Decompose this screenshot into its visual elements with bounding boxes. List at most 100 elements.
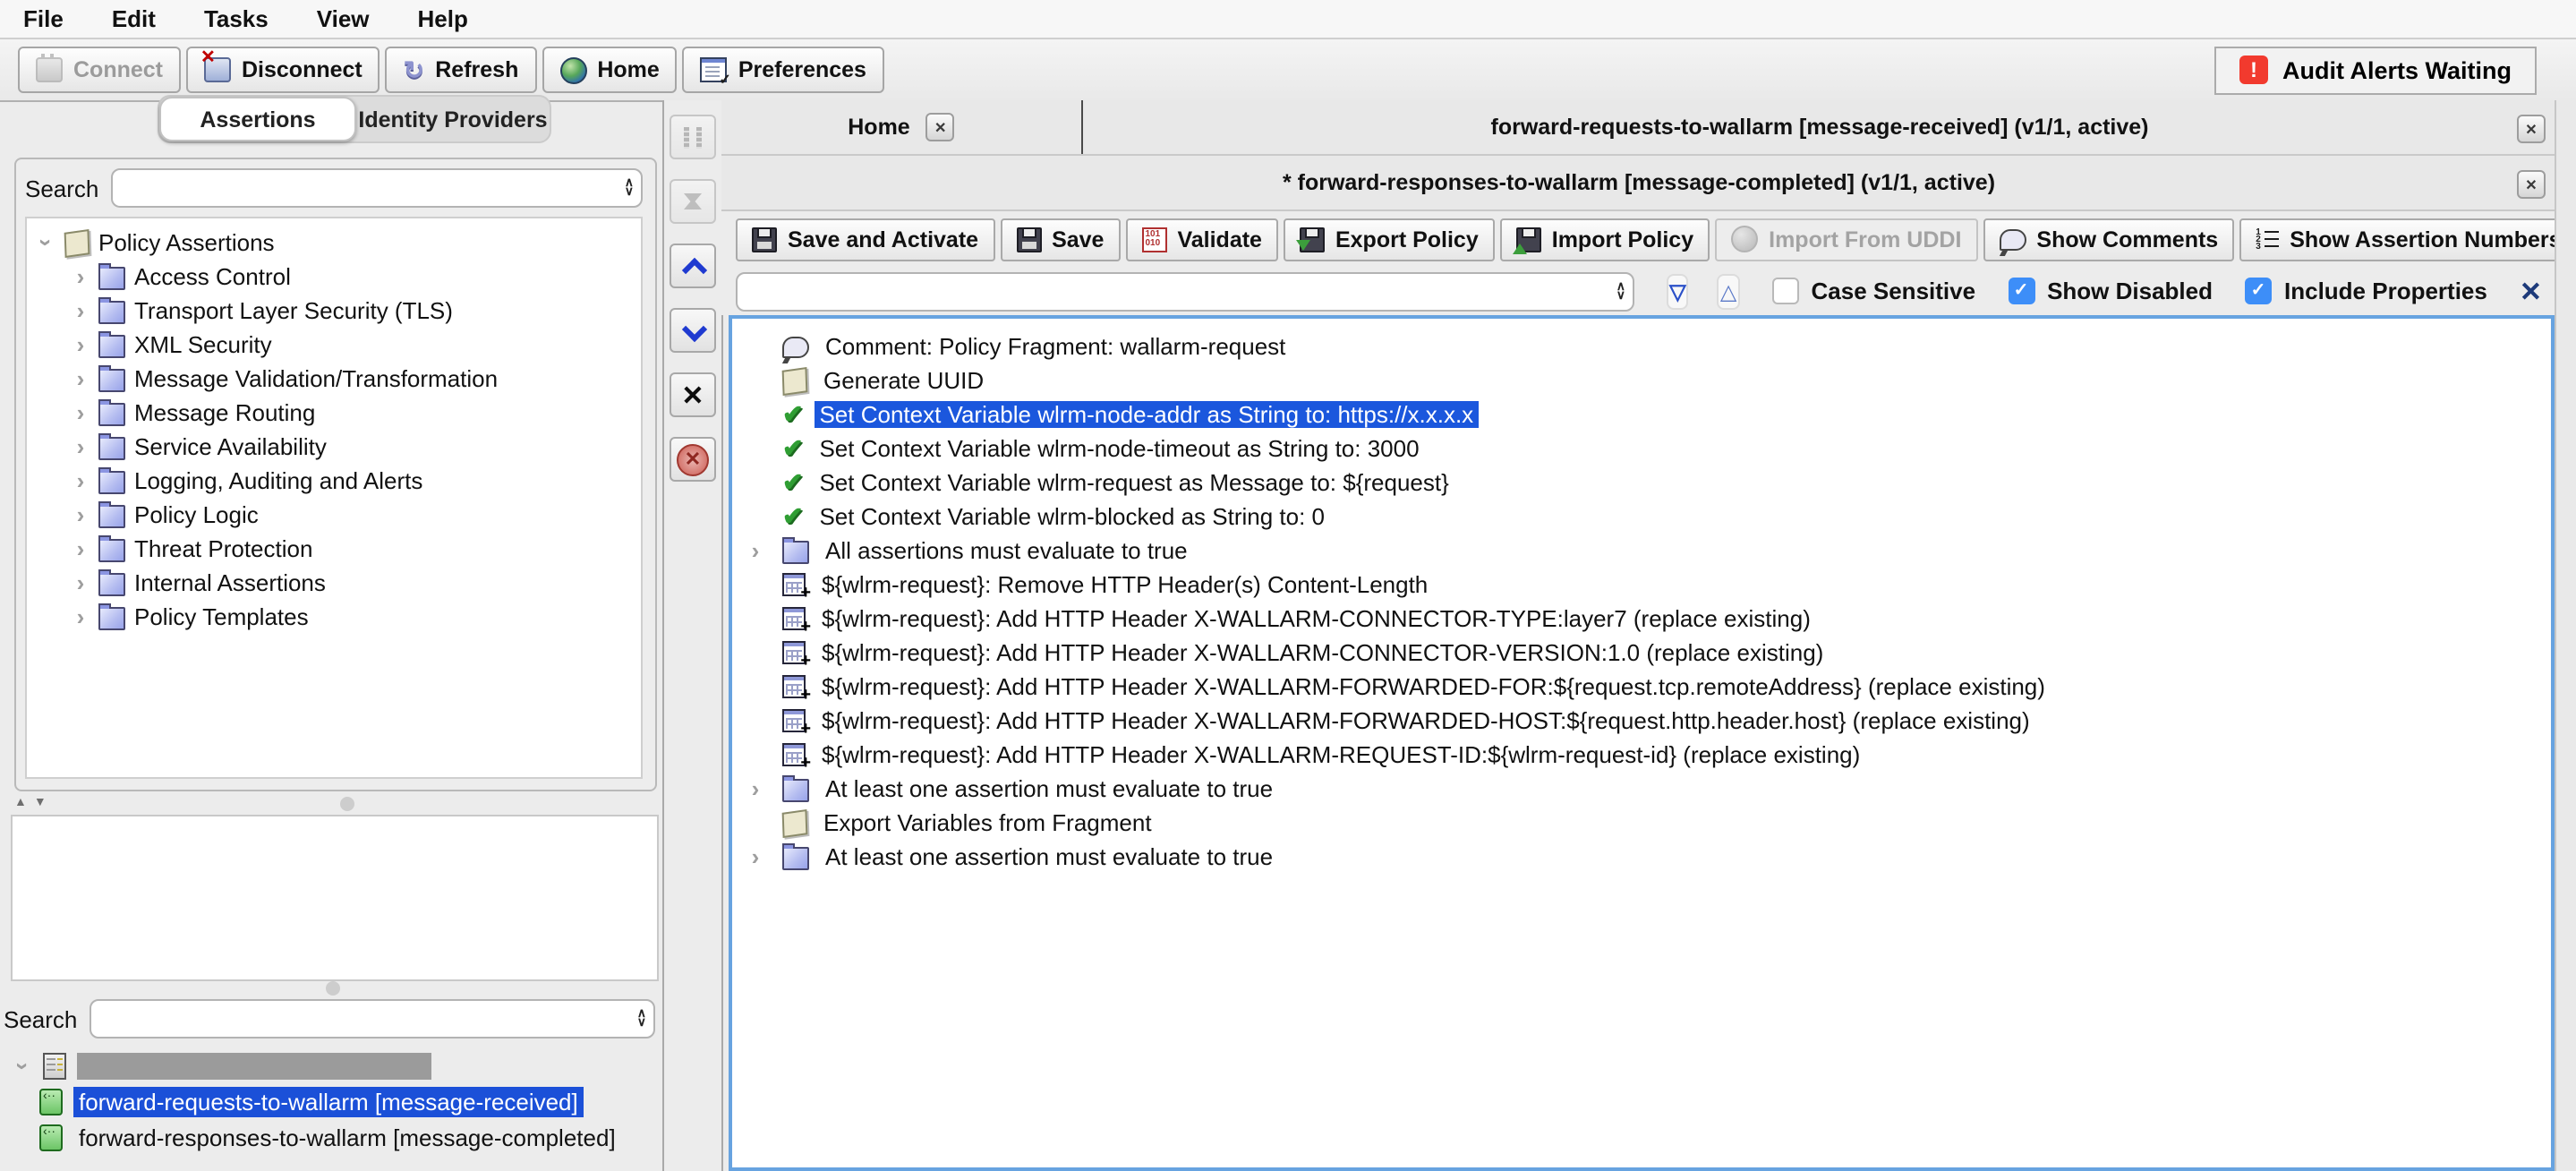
export-policy-button[interactable]: Export Policy: [1284, 218, 1495, 261]
chevron-right-icon[interactable]: [72, 399, 90, 426]
chevron-right-icon[interactable]: [72, 535, 90, 562]
preferences-button[interactable]: Preferences: [683, 47, 884, 93]
stepper-icon[interactable]: [637, 1010, 646, 1028]
palette-tab[interactable]: Identity Providers: [356, 97, 550, 141]
close-search-button[interactable]: [2520, 273, 2542, 309]
sort-assertions-button[interactable]: [670, 179, 716, 224]
delete-assertion-button[interactable]: [670, 372, 716, 417]
chevron-right-icon[interactable]: [72, 263, 90, 290]
validate-button[interactable]: Validate: [1125, 218, 1278, 261]
assertion-row[interactable]: Set Context Variable wlrm-node-timeout a…: [732, 432, 2551, 466]
show-disabled-option[interactable]: Show Disabled: [2008, 278, 2213, 304]
assertion-row[interactable]: At least one assertion must evaluate to …: [732, 840, 2551, 874]
menu-item[interactable]: View: [317, 5, 370, 32]
stepper-icon[interactable]: [1616, 282, 1625, 300]
audit-alerts-button[interactable]: Audit Alerts Waiting: [2214, 46, 2537, 94]
move-assertion-down-button[interactable]: [670, 308, 716, 353]
assertion-row[interactable]: Set Context Variable wlrm-node-addr as S…: [732, 397, 2551, 432]
filter-mode-button[interactable]: [1718, 273, 1740, 309]
include-properties-option[interactable]: Include Properties: [2245, 278, 2487, 304]
import-policy-button[interactable]: Import Policy: [1500, 218, 1710, 261]
assertion-row[interactable]: All assertions must evaluate to true: [732, 534, 2551, 568]
collapse-up-icon[interactable]: ▲: [14, 795, 27, 813]
filter-button[interactable]: [1667, 273, 1689, 309]
chevron-expanded-icon[interactable]: [33, 234, 60, 252]
tab-forward-requests[interactable]: forward-requests-to-wallarm [message-rec…: [1083, 100, 2556, 154]
case-sensitive-option[interactable]: Case Sensitive: [1772, 278, 1976, 304]
assertion-row[interactable]: ${wlrm-request}: Add HTTP Header X-WALLA…: [732, 670, 2551, 704]
disable-assertion-button[interactable]: [670, 437, 716, 482]
chevron-right-icon[interactable]: [72, 467, 90, 494]
tree-row[interactable]: Transport Layer Security (TLS): [27, 294, 641, 328]
tree-row[interactable]: Policy Logic: [27, 498, 641, 532]
chevron-right-icon[interactable]: [746, 537, 764, 564]
assertion-row[interactable]: Export Variables from Fragment: [732, 806, 2551, 840]
show-assertion-numbers-button[interactable]: Show Assertion Numbers: [2239, 218, 2576, 261]
services-splitter[interactable]: [11, 979, 655, 996]
add-assertion-button[interactable]: [670, 115, 716, 159]
assertion-row[interactable]: Set Context Variable wlrm-request as Mes…: [732, 466, 2551, 500]
menu-item[interactable]: File: [23, 5, 64, 32]
chevron-right-icon[interactable]: [746, 843, 764, 870]
tree-row[interactable]: Logging, Auditing and Alerts: [27, 464, 641, 498]
service-policy-row[interactable]: forward-requests-to-wallarm [message-rec…: [0, 1083, 662, 1119]
tree-root-row[interactable]: Policy Assertions: [27, 226, 641, 260]
chevron-right-icon[interactable]: [72, 603, 90, 630]
chevron-right-icon[interactable]: [72, 297, 90, 324]
move-assertion-up-button[interactable]: [670, 244, 716, 288]
chevron-right-icon[interactable]: [72, 433, 90, 460]
assertion-row[interactable]: ${wlrm-request}: Remove HTTP Header(s) C…: [732, 568, 2551, 602]
palette-search-combo[interactable]: [111, 168, 643, 208]
show-disabled-checkbox[interactable]: [2008, 278, 2034, 304]
tree-row[interactable]: Message Routing: [27, 396, 641, 430]
palette-tab[interactable]: Assertions: [159, 97, 356, 141]
assertion-row[interactable]: At least one assertion must evaluate to …: [732, 772, 2551, 806]
chevron-right-icon[interactable]: [72, 569, 90, 596]
save-button[interactable]: Save: [1000, 218, 1120, 261]
disconnect-button[interactable]: Disconnect: [186, 47, 380, 93]
include-properties-checkbox[interactable]: [2245, 278, 2272, 304]
tab-forward-responses[interactable]: * forward-responses-to-wallarm [message-…: [721, 156, 2556, 209]
assertion-row[interactable]: Generate UUID: [732, 363, 2551, 397]
tab-home[interactable]: Home: [721, 100, 1083, 154]
palette-splitter[interactable]: ▲ ▼: [11, 795, 659, 813]
tree-row[interactable]: Service Availability: [27, 430, 641, 464]
tree-row[interactable]: Access Control: [27, 260, 641, 294]
tree-row[interactable]: XML Security: [27, 328, 641, 362]
services-search-combo[interactable]: [90, 999, 655, 1039]
collapse-down-icon[interactable]: ▼: [34, 795, 47, 813]
case-sensitive-checkbox[interactable]: [1772, 278, 1799, 304]
menu-item[interactable]: Edit: [112, 5, 156, 32]
save-and-activate-button[interactable]: Save and Activate: [736, 218, 994, 261]
redacted-gateway-name[interactable]: [77, 1052, 431, 1079]
scrollbar-gutter[interactable]: [2555, 100, 2576, 1171]
show-comments-button[interactable]: Show Comments: [1983, 218, 2234, 261]
home-button[interactable]: Home: [542, 47, 677, 93]
stepper-icon[interactable]: [625, 179, 634, 197]
connect-button[interactable]: Connect: [18, 47, 181, 93]
assertion-row[interactable]: Set Context Variable wlrm-blocked as Str…: [732, 500, 2551, 534]
menu-item[interactable]: Tasks: [204, 5, 269, 32]
splitter-handle[interactable]: [326, 980, 340, 995]
chevron-expanded-icon[interactable]: [10, 1056, 37, 1074]
tab-close-button[interactable]: [2517, 170, 2546, 199]
splitter-handle[interactable]: [340, 797, 354, 811]
tree-row[interactable]: Policy Templates: [27, 600, 641, 634]
palette-search-input[interactable]: [124, 173, 624, 203]
tree-row[interactable]: Threat Protection: [27, 532, 641, 566]
assertion-row[interactable]: ${wlrm-request}: Add HTTP Header X-WALLA…: [732, 602, 2551, 636]
tree-row[interactable]: Internal Assertions: [27, 566, 641, 600]
tab-close-button[interactable]: [926, 113, 955, 141]
tab-close-button[interactable]: [2517, 115, 2546, 143]
assertion-row[interactable]: ${wlrm-request}: Add HTTP Header X-WALLA…: [732, 636, 2551, 670]
chevron-right-icon[interactable]: [746, 775, 764, 802]
chevron-right-icon[interactable]: [72, 331, 90, 358]
assertion-row[interactable]: ${wlrm-request}: Add HTTP Header X-WALLA…: [732, 738, 2551, 772]
assertion-row[interactable]: Comment: Policy Fragment: wallarm-reques…: [732, 329, 2551, 363]
gateway-node-row[interactable]: [0, 1047, 662, 1083]
service-policy-row[interactable]: forward-responses-to-wallarm [message-co…: [0, 1119, 662, 1155]
tree-row[interactable]: Message Validation/Transformation: [27, 362, 641, 396]
policy-search-combo[interactable]: [736, 271, 1634, 311]
chevron-right-icon[interactable]: [72, 365, 90, 392]
menu-item[interactable]: Help: [418, 5, 468, 32]
